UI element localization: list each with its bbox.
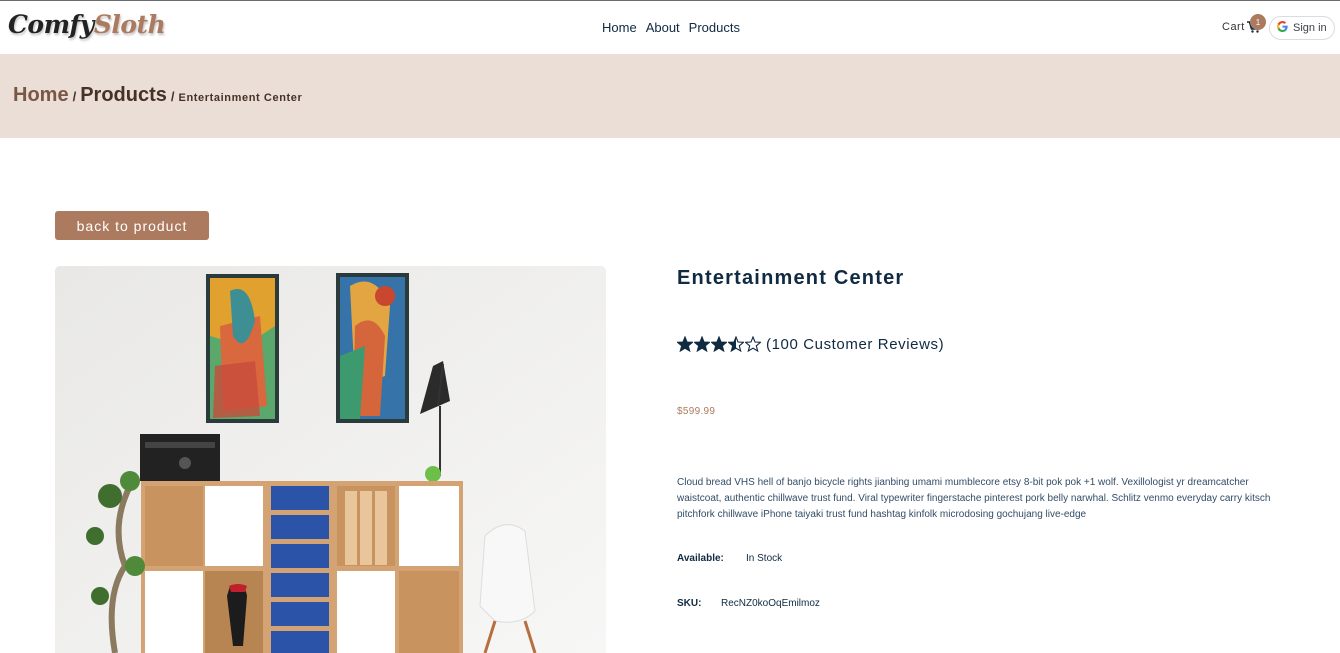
sku-value: RecNZ0koOqEmilmoz xyxy=(721,598,820,609)
cart-count-badge: 1 xyxy=(1250,14,1266,30)
breadcrumb-home-link[interactable]: Home xyxy=(13,84,69,107)
logo-part-comfy: Comfy xyxy=(8,10,94,39)
product-image[interactable] xyxy=(55,266,606,653)
star-rating xyxy=(677,336,761,352)
nav-link-home[interactable]: Home xyxy=(602,20,637,35)
navbar: ComfySloth Home About Products Cart 1 Si xyxy=(0,0,1340,54)
availability-value: In Stock xyxy=(746,553,783,564)
breadcrumb: Home / Products / Entertainment Center xyxy=(13,84,302,107)
availability-label: Available: xyxy=(677,553,724,564)
cart-label: Cart xyxy=(1222,21,1245,33)
sku-row: SKU: RecNZ0koOqEmilmoz xyxy=(677,598,820,609)
nav-link-products[interactable]: Products xyxy=(689,20,740,35)
star-icon xyxy=(728,336,744,352)
nav-link-about[interactable]: About xyxy=(646,20,680,35)
availability-row: Available: In Stock xyxy=(677,553,782,564)
product-price: $599.99 xyxy=(677,406,716,417)
signin-label: Sign in xyxy=(1293,22,1327,34)
logo-part-sloth: Sloth xyxy=(93,10,166,39)
star-icon xyxy=(711,336,727,352)
back-to-product-button[interactable]: back to product xyxy=(55,211,209,240)
product-title: Entertainment Center xyxy=(677,267,905,289)
google-icon xyxy=(1277,21,1288,35)
reviews-count: (100 Customer Reviews) xyxy=(766,336,945,353)
star-icon xyxy=(745,336,761,352)
logo[interactable]: ComfySloth xyxy=(8,10,166,39)
star-icon xyxy=(694,336,710,352)
google-signin-button[interactable]: Sign in xyxy=(1269,16,1335,40)
breadcrumb-current: Entertainment Center xyxy=(178,92,303,104)
nav-links: Home About Products xyxy=(602,20,740,35)
product-description: Cloud bread VHS hell of banjo bicycle ri… xyxy=(677,477,1271,520)
page-hero: Home / Products / Entertainment Center xyxy=(0,54,1340,138)
breadcrumb-separator: / xyxy=(170,89,175,104)
breadcrumb-separator: / xyxy=(72,89,77,104)
sku-label: SKU: xyxy=(677,598,702,609)
star-icon xyxy=(677,336,693,352)
breadcrumb-products-link[interactable]: Products xyxy=(80,84,167,107)
